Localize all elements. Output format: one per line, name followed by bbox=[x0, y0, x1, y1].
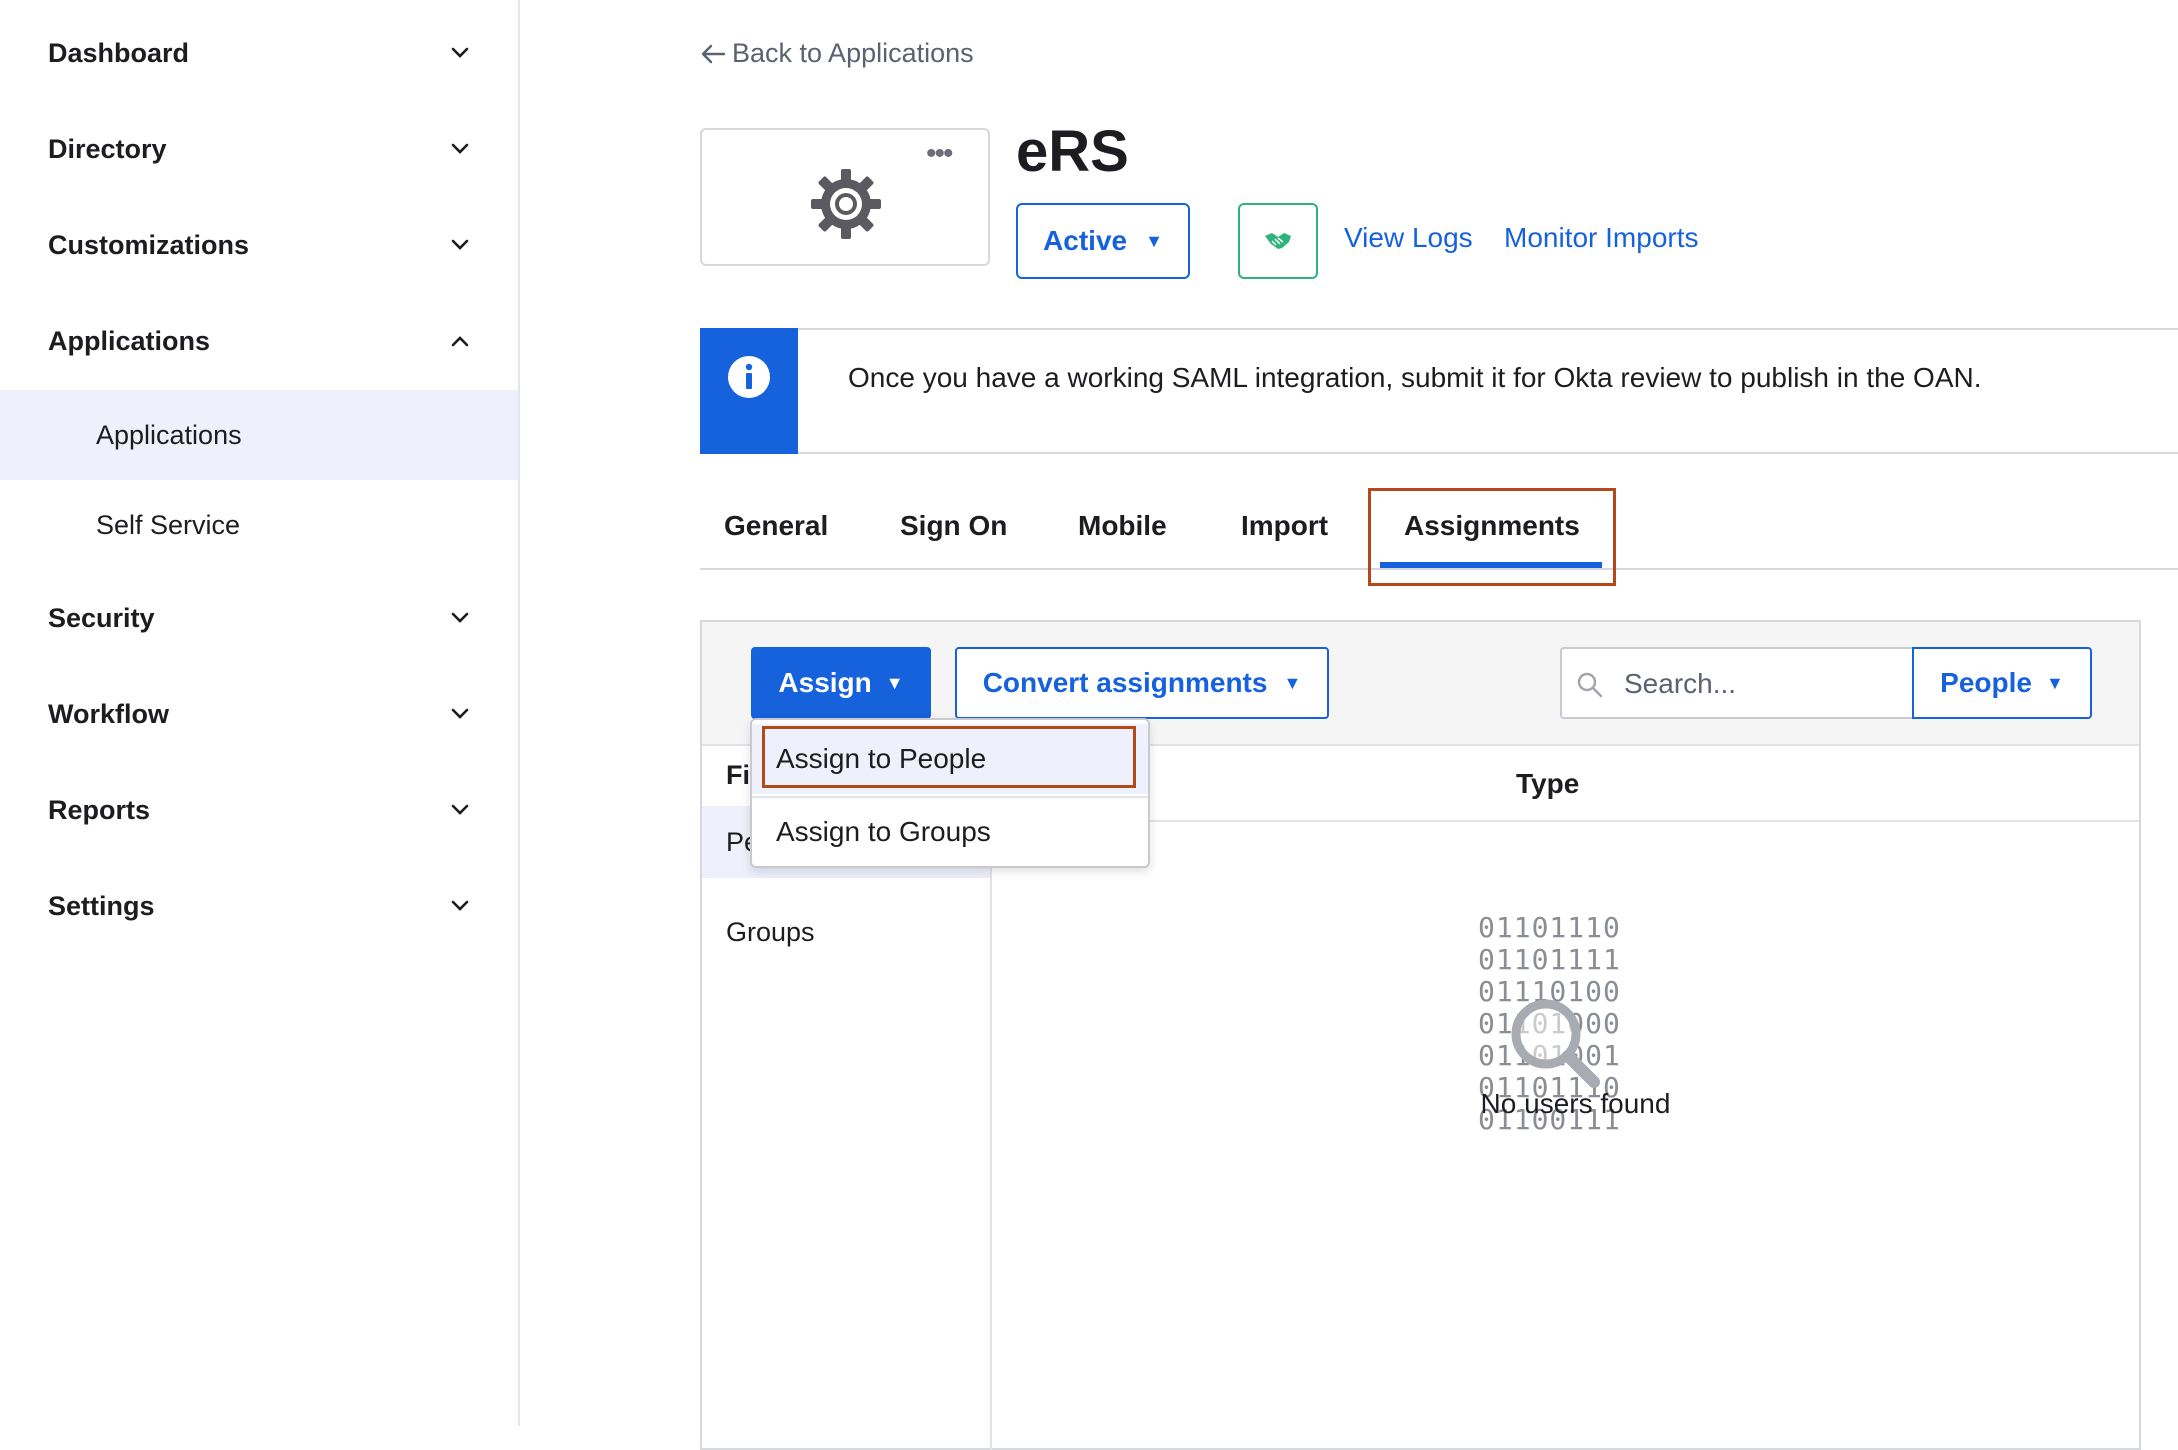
people-filter-label: People bbox=[1940, 667, 2032, 698]
filter-title: Fi bbox=[726, 760, 750, 790]
tab-assignments[interactable]: Assignments bbox=[1404, 510, 1580, 542]
monitor-imports-link[interactable]: Monitor Imports bbox=[1504, 222, 1699, 254]
type-column-header: Type bbox=[1516, 768, 1580, 799]
back-link-label: Back to Applications bbox=[732, 38, 974, 68]
tab-general[interactable]: General bbox=[724, 510, 828, 542]
sidebar-item-dashboard[interactable]: Dashboard bbox=[0, 5, 518, 101]
more-dots-icon[interactable]: ••• bbox=[926, 139, 953, 169]
arrow-left-icon bbox=[701, 44, 726, 63]
app-logo: ••• bbox=[700, 128, 990, 266]
assign-to-groups-option[interactable]: Assign to Groups bbox=[752, 796, 1148, 866]
tab-sign-on[interactable]: Sign On bbox=[900, 510, 1007, 542]
sidebar-subitem-applications[interactable]: Applications bbox=[0, 390, 518, 480]
active-tab-indicator bbox=[1380, 562, 1602, 568]
sidebar-item-label: Directory bbox=[48, 133, 167, 164]
sidebar-item-label: Security bbox=[48, 602, 155, 633]
convert-assignments-button[interactable]: Convert assignments ▼ bbox=[955, 647, 1329, 719]
info-banner-message: Once you have a working SAML integration… bbox=[848, 362, 1982, 393]
info-icon bbox=[728, 356, 770, 398]
tab-mobile[interactable]: Mobile bbox=[1078, 510, 1167, 542]
status-label: Active bbox=[1043, 225, 1128, 256]
status-dropdown[interactable]: Active ▼ bbox=[1016, 203, 1190, 279]
caret-down-icon: ▼ bbox=[2045, 673, 2064, 693]
filter-item-groups[interactable]: Groups bbox=[702, 896, 990, 968]
search-input[interactable] bbox=[1622, 661, 1896, 707]
gear-icon bbox=[811, 169, 881, 239]
sidebar-item-label: Self Service bbox=[96, 509, 241, 540]
sidebar-item-label: Customizations bbox=[48, 229, 250, 260]
chevron-down-icon bbox=[451, 239, 469, 250]
search-box bbox=[1560, 647, 1914, 719]
assign-button[interactable]: Assign ▼ bbox=[751, 647, 931, 719]
caret-down-icon: ▼ bbox=[1145, 231, 1163, 251]
empty-state: 0110111001101111011101000110100001101001… bbox=[992, 820, 2139, 1420]
sidebar-subitem-self-service[interactable]: Self Service bbox=[0, 480, 518, 570]
sidebar-item-reports[interactable]: Reports bbox=[0, 762, 518, 858]
chevron-down-icon bbox=[451, 143, 469, 154]
back-to-applications-link[interactable]: Back to Applications bbox=[700, 38, 974, 69]
assign-to-people-option[interactable]: Assign to People bbox=[752, 724, 1148, 794]
convert-assignments-label: Convert assignments bbox=[982, 667, 1268, 698]
people-filter-dropdown[interactable]: People ▼ bbox=[1912, 647, 2092, 719]
menu-item-label: Assign to People bbox=[776, 743, 987, 774]
sidebar-item-label: Applications bbox=[48, 325, 211, 356]
caret-down-icon: ▼ bbox=[885, 673, 904, 693]
sidebar-item-security[interactable]: Security bbox=[0, 570, 518, 666]
handshake-icon bbox=[1265, 233, 1291, 249]
chevron-down-icon bbox=[451, 900, 469, 911]
assign-button-label: Assign bbox=[778, 667, 872, 698]
menu-item-label: Assign to Groups bbox=[776, 816, 991, 847]
chevron-up-icon bbox=[451, 336, 469, 347]
search-icon bbox=[1577, 672, 1603, 698]
sidebar-item-applications[interactable]: Applications bbox=[0, 293, 518, 389]
app-title: eRS bbox=[1016, 119, 1129, 184]
tab-import[interactable]: Import bbox=[1241, 510, 1328, 542]
sidebar-item-label: Reports bbox=[48, 794, 151, 825]
assign-dropdown-menu: Assign to People Assign to Groups bbox=[750, 718, 1150, 868]
caret-down-icon: ▼ bbox=[1283, 673, 1302, 693]
chevron-down-icon bbox=[451, 47, 469, 58]
no-users-message: No users found bbox=[1480, 1088, 1671, 1119]
sidebar-item-workflow[interactable]: Workflow bbox=[0, 666, 518, 762]
sidebar-item-customizations[interactable]: Customizations bbox=[0, 197, 518, 293]
chevron-down-icon bbox=[451, 708, 469, 719]
sidebar-item-label: Applications bbox=[96, 419, 242, 450]
sidebar: Dashboard Directory Customizations Appli… bbox=[0, 0, 520, 1426]
magnifier-icon bbox=[1511, 999, 1600, 1088]
filter-item-label: Groups bbox=[726, 916, 815, 947]
binary-line: 01101111 bbox=[1478, 943, 1621, 976]
sidebar-item-label: Dashboard bbox=[48, 37, 190, 68]
app-tabs: General Sign On Mobile Import Assignment… bbox=[700, 470, 2178, 586]
binary-line: 01101110 bbox=[1478, 911, 1621, 944]
sidebar-item-label: Workflow bbox=[48, 698, 169, 729]
handshake-button[interactable] bbox=[1238, 203, 1318, 279]
info-banner-icon-area bbox=[700, 328, 798, 454]
chevron-down-icon bbox=[451, 612, 469, 623]
view-logs-link[interactable]: View Logs bbox=[1344, 222, 1473, 254]
sidebar-item-label: Settings bbox=[48, 890, 155, 921]
table-header: Type bbox=[992, 746, 2139, 822]
sidebar-item-settings[interactable]: Settings bbox=[0, 858, 518, 954]
info-banner: Once you have a working SAML integration… bbox=[700, 328, 2178, 454]
sidebar-item-directory[interactable]: Directory bbox=[0, 101, 518, 197]
chevron-down-icon bbox=[451, 804, 469, 815]
